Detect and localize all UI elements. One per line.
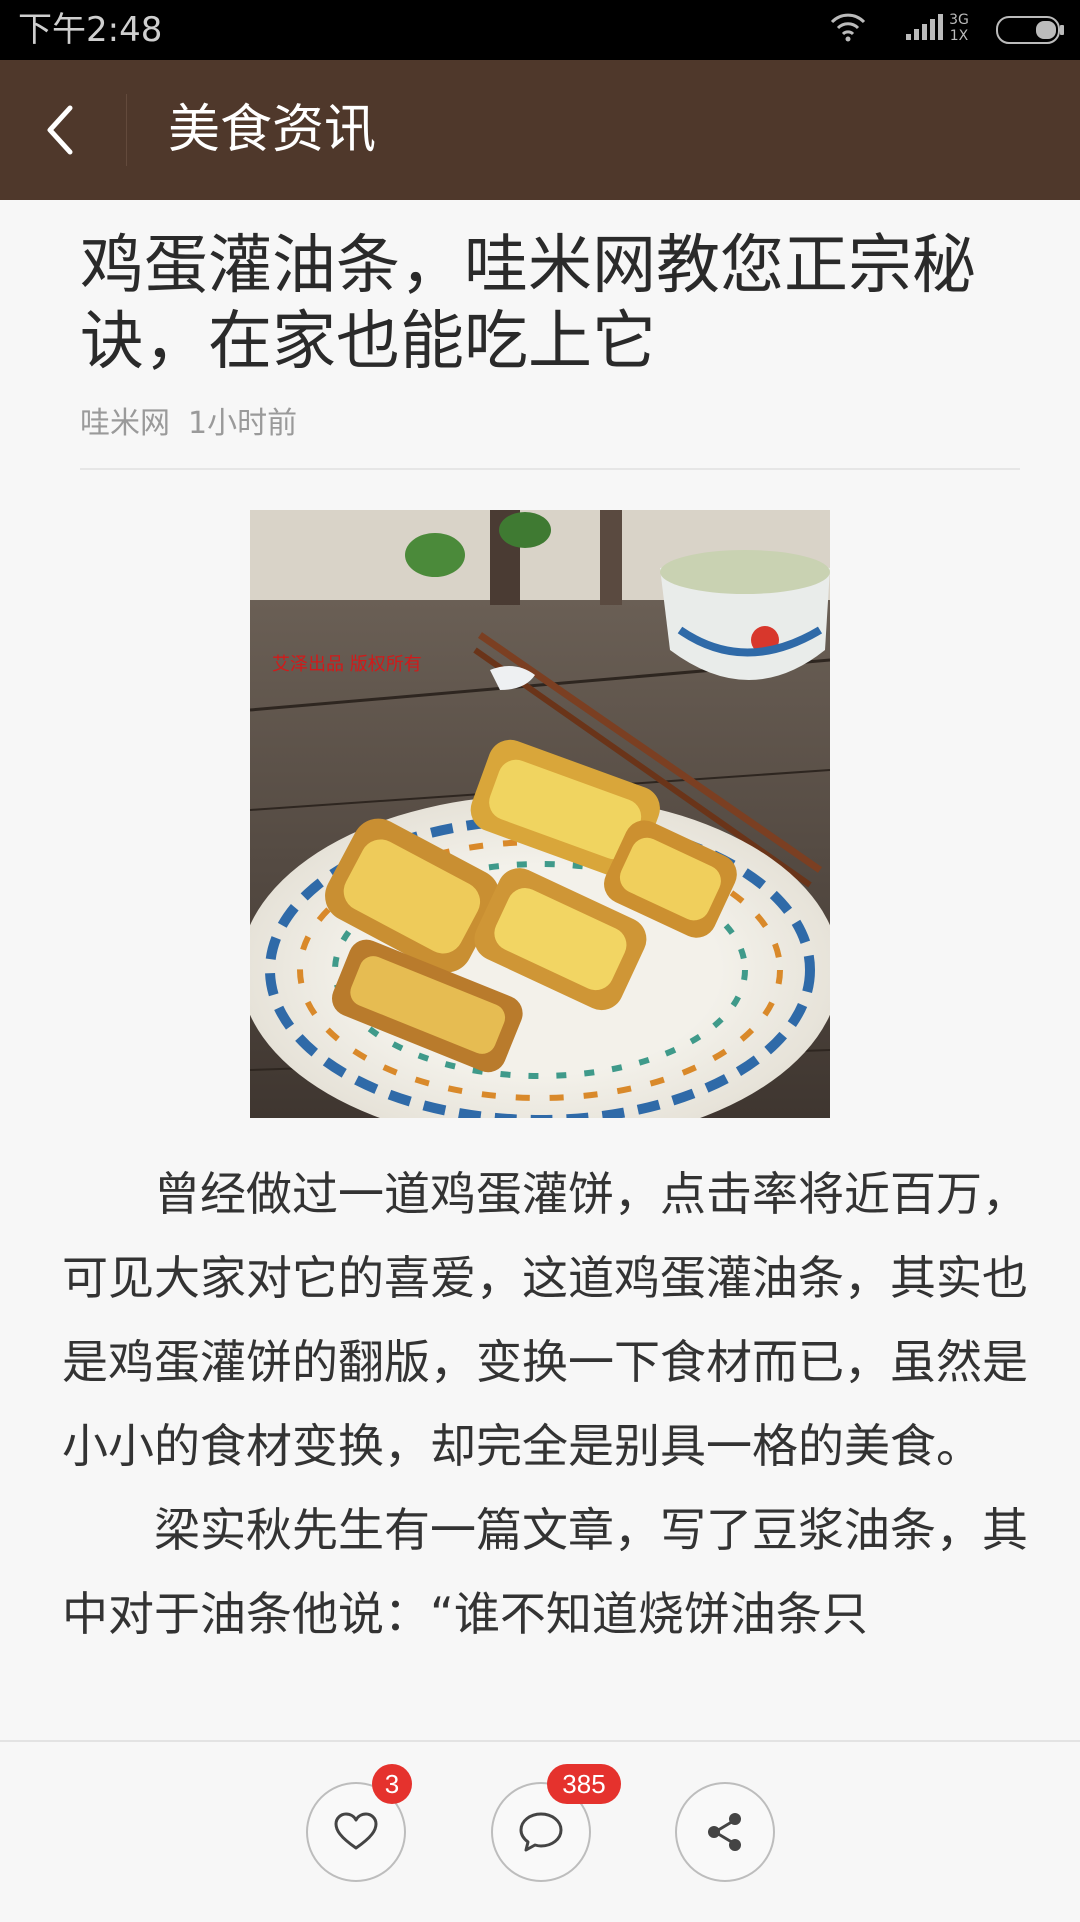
heart-icon bbox=[334, 1812, 378, 1850]
comment-button[interactable]: 385 bbox=[491, 1764, 621, 1882]
status-icons: 3G 1X bbox=[766, 10, 1066, 50]
app-header: 美食资讯 bbox=[0, 60, 1080, 200]
food-photo: 艾泽出品 版权所有 bbox=[250, 510, 830, 1118]
comment-count-badge: 385 bbox=[547, 1764, 621, 1804]
divider bbox=[80, 468, 1020, 470]
article-body: 曾经做过一道鸡蛋灌饼，点击率将近百万，可见大家对它的喜爱，这道鸡蛋灌油条，其实也… bbox=[62, 1152, 1032, 1656]
like-button[interactable]: 3 bbox=[306, 1764, 412, 1882]
wifi-icon bbox=[830, 13, 866, 42]
article-paragraph: 曾经做过一道鸡蛋灌饼，点击率将近百万，可见大家对它的喜爱，这道鸡蛋灌油条，其实也… bbox=[62, 1167, 1028, 1473]
status-time: 下午2:48 bbox=[18, 10, 163, 50]
signal-icon bbox=[906, 14, 943, 40]
article-image[interactable]: 艾泽出品 版权所有 bbox=[250, 510, 830, 1118]
article-source[interactable]: 哇米网 bbox=[80, 406, 170, 441]
like-count-badge: 3 bbox=[372, 1764, 412, 1804]
comment-icon bbox=[519, 1812, 563, 1852]
battery-icon bbox=[996, 16, 1064, 44]
article-meta: 哇米网 1小时前 bbox=[80, 404, 297, 444]
share-button[interactable] bbox=[675, 1782, 775, 1882]
article-title: 鸡蛋灌油条，哇米网教您正宗秘诀，在家也能吃上它 bbox=[80, 229, 976, 379]
status-bar: 下午2:48 3G 1X bbox=[0, 0, 1080, 60]
article-paragraph: 梁实秋先生有一篇文章，写了豆浆油条，其中对于油条他说：“谁不知道烧饼油条只 bbox=[62, 1503, 1028, 1641]
bottom-action-bar: 3 385 bbox=[0, 1740, 1080, 1922]
share-icon bbox=[708, 1813, 741, 1851]
page-title: 美食资讯 bbox=[168, 100, 377, 160]
network-label: 3G 1X bbox=[949, 12, 969, 44]
image-watermark: 艾泽出品 版权所有 bbox=[272, 654, 422, 675]
back-button[interactable] bbox=[20, 90, 100, 170]
chevron-left-icon bbox=[47, 105, 73, 155]
header-divider bbox=[126, 94, 127, 166]
article-time: 1小时前 bbox=[188, 406, 298, 441]
